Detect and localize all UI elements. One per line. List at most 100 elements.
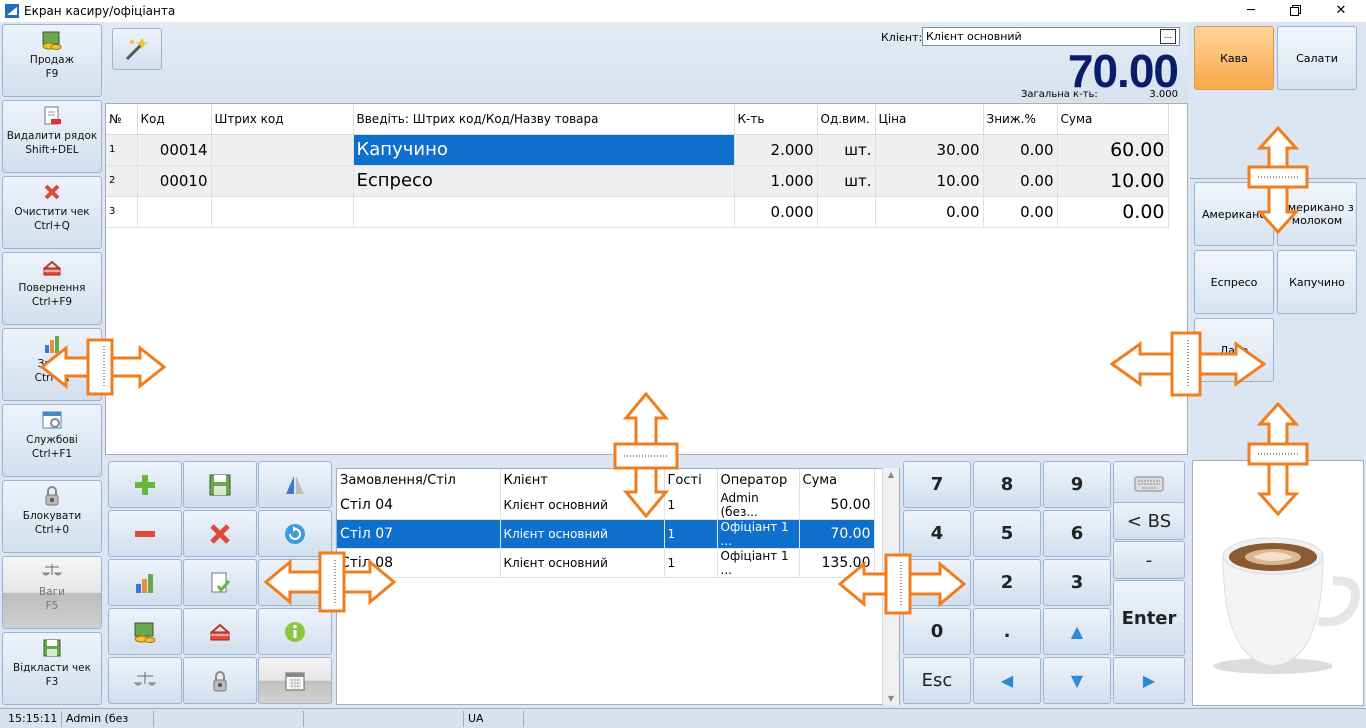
arrow-down-icon: ▼ <box>1070 671 1084 690</box>
resize-arrow-horizontal[interactable] <box>40 336 166 398</box>
resize-arrow-horizontal-tools[interactable] <box>264 550 396 614</box>
row-name[interactable] <box>353 196 735 228</box>
list-item[interactable]: Стіл 08 Клієнт основний 1 Офіціант 1 ...… <box>337 548 875 578</box>
calendar-button[interactable] <box>258 657 332 704</box>
col-no[interactable]: № <box>106 104 138 135</box>
col-table[interactable]: Замовлення/Стіл <box>337 469 501 491</box>
sale-button[interactable]: Продаж F9 <box>2 24 102 97</box>
restore-button[interactable] <box>1272 0 1318 22</box>
clear-check-label: Очистити чек <box>14 206 90 218</box>
col-operator[interactable]: Оператор <box>717 469 800 491</box>
row-name[interactable]: Капучино <box>352 133 735 166</box>
col-discount[interactable]: Зниж.% <box>983 104 1058 135</box>
key-2[interactable]: 2 <box>973 559 1041 606</box>
refresh-icon <box>285 524 305 544</box>
row-barcode <box>211 196 354 228</box>
key-dot[interactable]: . <box>973 608 1041 655</box>
minimize-button[interactable]: ─ <box>1228 0 1274 22</box>
scroll-up-icon[interactable]: ▲ <box>883 470 899 479</box>
postpone-check-button[interactable]: Відкласти чек F3 <box>2 632 102 705</box>
lock-button[interactable]: Блокувати Ctrl+0 <box>2 480 102 553</box>
arrow-left-button[interactable]: ◀ <box>973 657 1041 704</box>
remove-button[interactable] <box>108 510 182 557</box>
stats-button[interactable] <box>108 559 182 606</box>
order-sum: 50.00 <box>799 491 875 520</box>
category-coffee[interactable]: Кава <box>1194 26 1274 90</box>
postpone-check-shortcut: F3 <box>45 676 59 688</box>
clear-icon <box>44 184 60 200</box>
table-row[interactable]: 3 0.000 0.00 0.00 0.00 <box>106 196 1169 228</box>
table-row[interactable]: 2 00010 Еспресо 1.000 шт. 10.00 0.00 10.… <box>106 165 1169 197</box>
info-button[interactable] <box>258 608 332 655</box>
save-button[interactable] <box>183 461 257 508</box>
resize-arrow-horizontal-right[interactable] <box>1110 330 1266 398</box>
row-code: 00014 <box>137 134 212 166</box>
col-qty[interactable]: К-ть <box>734 104 818 135</box>
return-button-2[interactable] <box>183 608 257 655</box>
scales-shortcut: F5 <box>45 600 59 612</box>
product-cappuccino[interactable]: Капучино <box>1277 250 1357 314</box>
magic-wand-button[interactable] <box>112 28 162 70</box>
keyboard-button[interactable] <box>1113 461 1185 508</box>
header: Клієнт: Клієнт основний ... 70.00 Загаль… <box>104 22 1188 102</box>
orders-header-row: Замовлення/Стіл Клієнт Гості Оператор Су… <box>337 469 875 491</box>
key-6[interactable]: 6 <box>1043 510 1111 557</box>
resize-arrow-horizontal-orders[interactable] <box>838 552 966 616</box>
arrow-up-button[interactable]: ▲ <box>1043 608 1111 655</box>
enter-button[interactable]: Enter <box>1113 580 1185 656</box>
col-barcode[interactable]: Штрих код <box>211 104 354 135</box>
col-name[interactable]: Введіть: Штрих код/Код/Назву товара <box>353 104 735 135</box>
resize-arrow-vertical-top[interactable] <box>1246 126 1310 234</box>
backspace-button[interactable]: < BS <box>1113 502 1185 540</box>
clear-check-button[interactable]: Очистити чек Ctrl+Q <box>2 176 102 249</box>
row-unit <box>817 196 876 228</box>
col-price[interactable]: Ціна <box>875 104 984 135</box>
key-8[interactable]: 8 <box>973 461 1041 508</box>
product-espresso[interactable]: Еспресо <box>1194 250 1274 314</box>
row-discount: 0.00 <box>983 165 1058 197</box>
return-icon <box>210 623 230 641</box>
col-order-sum[interactable]: Сума <box>799 469 875 491</box>
key-7[interactable]: 7 <box>903 461 971 508</box>
category-salads[interactable]: Салати <box>1277 26 1357 90</box>
col-code[interactable]: Код <box>137 104 212 135</box>
scales-button[interactable]: Ваги F5 <box>2 556 102 629</box>
col-sum[interactable]: Сума <box>1057 104 1169 135</box>
list-item[interactable]: Стіл 07 Клієнт основний 1 Офіціант 1 ...… <box>337 519 875 549</box>
list-item[interactable]: Стіл 04 Клієнт основний 1 Admin (без... … <box>337 491 875 520</box>
key-4[interactable]: 4 <box>903 510 971 557</box>
row-name[interactable]: Еспресо <box>353 165 735 197</box>
status-time: 15:15:11 <box>4 711 62 727</box>
row-price: 0.00 <box>875 196 984 228</box>
resize-arrow-vertical[interactable] <box>612 392 680 518</box>
check-doc-button[interactable] <box>183 559 257 606</box>
resize-arrow-vertical-image[interactable] <box>1246 402 1310 516</box>
close-button[interactable]: ✕ <box>1318 0 1364 22</box>
key-9[interactable]: 9 <box>1043 461 1111 508</box>
col-unit[interactable]: Од.вим. <box>817 104 876 135</box>
scales-button-2[interactable] <box>108 657 182 704</box>
arrow-down-button[interactable]: ▼ <box>1043 657 1111 704</box>
split-button[interactable] <box>258 461 332 508</box>
delete-row-button[interactable]: Видалити рядок Shift+DEL <box>2 100 102 173</box>
esc-button[interactable]: Esc <box>903 657 971 704</box>
row-price: 30.00 <box>875 134 984 166</box>
table-row[interactable]: 1 00014 Капучино 2.000 шт. 30.00 0.00 60… <box>106 133 1169 166</box>
return-button[interactable]: Повернення Ctrl+F9 <box>2 252 102 325</box>
payment-button[interactable] <box>108 608 182 655</box>
minus-button[interactable]: - <box>1113 541 1185 579</box>
delete-button[interactable] <box>183 510 257 557</box>
arrow-right-button[interactable]: ▶ <box>1113 657 1185 704</box>
scales-icon <box>41 564 63 576</box>
scroll-down-icon[interactable]: ▼ <box>883 694 899 703</box>
lock-button-2[interactable] <box>183 657 257 704</box>
key-3[interactable]: 3 <box>1043 559 1111 606</box>
items-table: № Код Штрих код Введіть: Штрих код/Код/Н… <box>106 104 1169 228</box>
scales-label: Ваги <box>39 586 65 598</box>
row-discount: 0.00 <box>983 196 1058 228</box>
order-client: Клієнт основний <box>500 548 665 578</box>
client-select-button[interactable]: ... <box>1160 29 1176 44</box>
add-button[interactable] <box>108 461 182 508</box>
service-button[interactable]: Службові Ctrl+F1 <box>2 404 102 477</box>
key-5[interactable]: 5 <box>973 510 1041 557</box>
